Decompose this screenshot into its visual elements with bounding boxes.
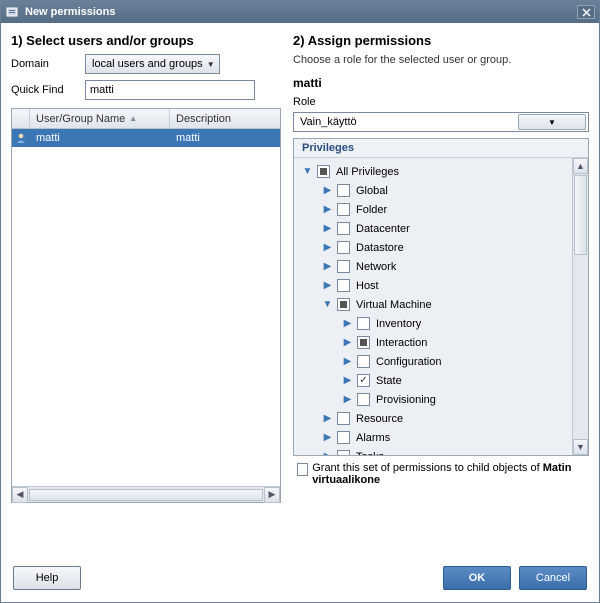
grant-row: Grant this set of permissions to child o… xyxy=(293,462,589,486)
titlebar[interactable]: New permissions xyxy=(1,1,599,23)
ok-button[interactable]: OK xyxy=(443,566,511,590)
close-button[interactable] xyxy=(577,5,595,19)
scroll-down-icon[interactable]: ▼ xyxy=(573,439,588,455)
role-value: Vain_käyttö xyxy=(300,116,357,128)
step1-heading: 1) Select users and/or groups xyxy=(11,33,281,48)
checkbox[interactable] xyxy=(337,298,350,311)
col-name[interactable]: User/Group Name▲ xyxy=(30,109,170,128)
domain-value: local users and groups xyxy=(92,58,203,70)
role-label: Role xyxy=(293,96,589,108)
h-scrollbar[interactable]: ◀ ▶ xyxy=(12,486,280,502)
app-icon xyxy=(5,5,19,19)
domain-dropdown[interactable]: local users and groups ▼ xyxy=(85,54,220,74)
scroll-thumb[interactable] xyxy=(29,489,263,501)
privileges-panel: Privileges ▼All Privileges ▶Global ▶Fold… xyxy=(293,138,589,456)
node-datacenter[interactable]: ▶Datacenter xyxy=(294,219,572,238)
expand-icon[interactable]: ▶ xyxy=(322,185,333,196)
node-provisioning[interactable]: ▶Provisioning xyxy=(294,390,572,409)
v-scrollbar[interactable]: ▲ ▼ xyxy=(572,158,588,455)
checkbox[interactable] xyxy=(337,412,350,425)
cancel-button[interactable]: Cancel xyxy=(519,566,587,590)
checkbox[interactable] xyxy=(357,374,370,387)
node-interaction[interactable]: ▶Interaction xyxy=(294,333,572,352)
domain-label: Domain xyxy=(11,58,85,70)
checkbox[interactable] xyxy=(357,393,370,406)
node-all[interactable]: ▼All Privileges xyxy=(294,162,572,181)
checkbox[interactable] xyxy=(337,241,350,254)
collapse-icon[interactable]: ▼ xyxy=(322,299,333,310)
node-folder[interactable]: ▶Folder xyxy=(294,200,572,219)
grant-label: Grant this set of permissions to child o… xyxy=(312,462,589,486)
users-table: User/Group Name▲ Description matti matti… xyxy=(11,108,281,503)
col-icon[interactable] xyxy=(12,109,30,128)
node-configuration[interactable]: ▶Configuration xyxy=(294,352,572,371)
grant-checkbox[interactable] xyxy=(297,463,308,476)
node-global[interactable]: ▶Global xyxy=(294,181,572,200)
checkbox[interactable] xyxy=(357,317,370,330)
role-select[interactable]: Vain_käyttö ▼ xyxy=(293,112,589,132)
help-button[interactable]: Help xyxy=(13,566,81,590)
checkbox[interactable] xyxy=(337,260,350,273)
scroll-up-icon[interactable]: ▲ xyxy=(573,158,588,174)
chevron-down-icon: ▼ xyxy=(207,60,215,69)
node-state[interactable]: ▶State xyxy=(294,371,572,390)
node-vm[interactable]: ▼Virtual Machine xyxy=(294,295,572,314)
scroll-right-icon[interactable]: ▶ xyxy=(264,487,280,503)
user-icon xyxy=(15,132,27,144)
checkbox[interactable] xyxy=(317,165,330,178)
chevron-down-icon: ▼ xyxy=(518,114,586,130)
privileges-title: Privileges xyxy=(294,139,588,158)
checkbox[interactable] xyxy=(357,336,370,349)
checkbox[interactable] xyxy=(337,450,350,455)
col-desc[interactable]: Description xyxy=(170,109,280,128)
table-row[interactable]: matti matti xyxy=(12,129,280,147)
node-datastore[interactable]: ▶Datastore xyxy=(294,238,572,257)
node-tasks[interactable]: ▶Tasks xyxy=(294,447,572,455)
checkbox[interactable] xyxy=(337,184,350,197)
quickfind-label: Quick Find xyxy=(11,84,85,96)
scroll-left-icon[interactable]: ◀ xyxy=(12,487,28,503)
scroll-thumb[interactable] xyxy=(574,175,587,255)
step2-heading: 2) Assign permissions xyxy=(293,33,589,48)
cell-name: matti xyxy=(30,132,170,144)
window-title: New permissions xyxy=(25,6,115,18)
privileges-tree: ▼All Privileges ▶Global ▶Folder ▶Datacen… xyxy=(294,158,572,455)
node-host[interactable]: ▶Host xyxy=(294,276,572,295)
checkbox[interactable] xyxy=(337,203,350,216)
node-alarms[interactable]: ▶Alarms xyxy=(294,428,572,447)
checkbox[interactable] xyxy=(357,355,370,368)
cell-desc: matti xyxy=(170,132,280,144)
step2-sub: Choose a role for the selected user or g… xyxy=(293,54,589,66)
node-network[interactable]: ▶Network xyxy=(294,257,572,276)
quickfind-input[interactable] xyxy=(85,80,255,100)
node-resource[interactable]: ▶Resource xyxy=(294,409,572,428)
sort-asc-icon: ▲ xyxy=(129,114,137,123)
footer: Help OK Cancel xyxy=(1,558,599,598)
checkbox[interactable] xyxy=(337,222,350,235)
selected-user: matti xyxy=(293,76,589,90)
checkbox[interactable] xyxy=(337,279,350,292)
collapse-icon[interactable]: ▼ xyxy=(302,166,313,177)
checkbox[interactable] xyxy=(337,431,350,444)
node-inventory[interactable]: ▶Inventory xyxy=(294,314,572,333)
